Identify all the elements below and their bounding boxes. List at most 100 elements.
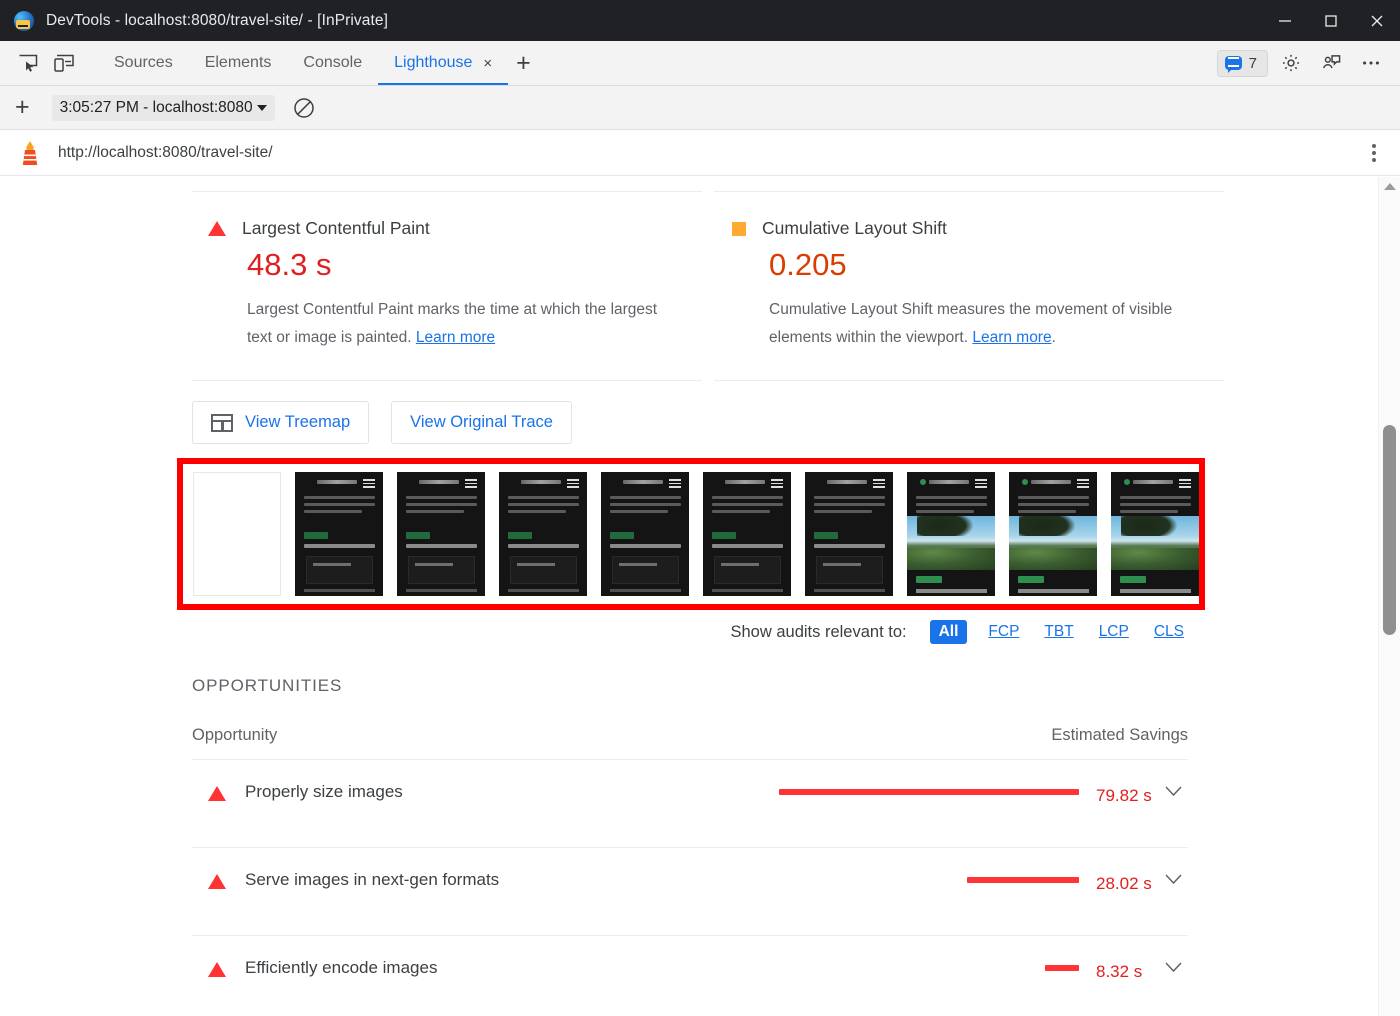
hamburger-icon bbox=[669, 479, 681, 486]
savings-bar bbox=[779, 789, 1079, 795]
filmstrip-frame[interactable] bbox=[1009, 472, 1097, 596]
metric-value: 0.205 bbox=[769, 247, 1224, 283]
filmstrip-frame[interactable] bbox=[1111, 472, 1199, 596]
table-row[interactable]: Serve images in next-gen formats 28.02 s bbox=[192, 848, 1188, 936]
opportunity-name: Properly size images bbox=[245, 782, 779, 802]
frame-badge bbox=[712, 532, 736, 539]
tab-list: Sources Elements Console Lighthouse × + bbox=[98, 41, 531, 85]
frame-text bbox=[406, 496, 477, 517]
frame-badge bbox=[406, 532, 430, 539]
filmstrip-frame[interactable] bbox=[805, 472, 893, 596]
scrollbar-thumb[interactable] bbox=[1383, 425, 1396, 635]
filter-chip-fcp[interactable]: FCP bbox=[984, 621, 1023, 643]
site-leaf-icon bbox=[920, 479, 926, 485]
frame-text bbox=[610, 496, 681, 517]
frame-badge bbox=[916, 576, 942, 583]
opportunity-name: Serve images in next-gen formats bbox=[245, 870, 779, 890]
opportunity-name: Efficiently encode images bbox=[245, 958, 779, 978]
frame-text bbox=[508, 496, 579, 517]
metrics-section: Largest Contentful Paint 48.3 s Largest … bbox=[0, 177, 1378, 381]
fail-triangle-icon bbox=[208, 874, 226, 889]
filmstrip-frame[interactable] bbox=[499, 472, 587, 596]
frame-heading bbox=[1018, 589, 1089, 593]
site-leaf-icon bbox=[1022, 479, 1028, 485]
report-url-bar: http://localhost:8080/travel-site/ bbox=[0, 130, 1400, 176]
add-tab-icon[interactable]: + bbox=[516, 51, 531, 76]
site-logo-icon bbox=[419, 480, 459, 484]
view-treemap-button[interactable]: View Treemap bbox=[192, 401, 369, 444]
filmstrip-frame[interactable] bbox=[907, 472, 995, 596]
table-row[interactable]: Efficiently encode images 8.32 s bbox=[192, 936, 1188, 1016]
filmstrip-frame[interactable] bbox=[703, 472, 791, 596]
tab-sources[interactable]: Sources bbox=[98, 41, 189, 85]
tab-console[interactable]: Console bbox=[287, 41, 378, 85]
lighthouse-icon bbox=[18, 140, 42, 166]
filter-chip-all[interactable]: All bbox=[930, 620, 968, 644]
learn-more-link[interactable]: Learn more bbox=[416, 329, 495, 346]
maximize-button[interactable] bbox=[1308, 0, 1354, 41]
scroll-up-arrow-icon[interactable] bbox=[1384, 183, 1396, 190]
frame-card bbox=[612, 556, 679, 584]
divider bbox=[192, 191, 702, 192]
metric-description-suffix: . bbox=[1052, 329, 1056, 346]
metric-cumulative-layout-shift: Cumulative Layout Shift 0.205 Cumulative… bbox=[714, 177, 1224, 381]
issues-badge[interactable]: 7 bbox=[1217, 50, 1268, 77]
chevron-down-icon bbox=[257, 105, 267, 111]
hamburger-icon bbox=[1077, 479, 1089, 486]
filmstrip-frame[interactable] bbox=[397, 472, 485, 596]
close-button[interactable] bbox=[1354, 0, 1400, 41]
metric-largest-contentful-paint: Largest Contentful Paint 48.3 s Largest … bbox=[192, 177, 702, 381]
chevron-down-icon[interactable] bbox=[1158, 782, 1188, 797]
hero-photo bbox=[1009, 516, 1097, 570]
tab-label: Console bbox=[303, 54, 362, 72]
chevron-down-icon[interactable] bbox=[1158, 870, 1188, 885]
new-report-icon[interactable]: + bbox=[15, 95, 30, 120]
report-scrollbar[interactable] bbox=[1378, 177, 1400, 1016]
site-logo-icon bbox=[521, 480, 561, 484]
frame-text bbox=[916, 496, 987, 517]
frame-badge bbox=[1018, 576, 1044, 583]
filter-chip-lcp[interactable]: LCP bbox=[1095, 621, 1133, 643]
site-logo-icon bbox=[623, 480, 663, 484]
tab-elements[interactable]: Elements bbox=[189, 41, 288, 85]
divider bbox=[714, 380, 1224, 381]
frame-footnote bbox=[814, 589, 885, 592]
inspect-element-icon[interactable] bbox=[10, 48, 46, 78]
learn-more-link[interactable]: Learn more bbox=[972, 329, 1051, 346]
frame-text bbox=[1018, 496, 1089, 517]
frame-footnote bbox=[712, 589, 783, 592]
frame-badge bbox=[304, 532, 328, 539]
metric-title: Largest Contentful Paint bbox=[242, 218, 430, 239]
filter-chip-cls[interactable]: CLS bbox=[1150, 621, 1188, 643]
frame-text bbox=[814, 496, 885, 517]
frame-card bbox=[714, 556, 781, 584]
filter-chip-tbt[interactable]: TBT bbox=[1040, 621, 1077, 643]
table-row[interactable]: Properly size images 79.82 s bbox=[192, 760, 1188, 848]
devtools-window: DevTools - localhost:8080/travel-site/ -… bbox=[0, 0, 1400, 1016]
metric-header: Largest Contentful Paint bbox=[192, 218, 702, 239]
more-options-icon[interactable] bbox=[1354, 48, 1388, 78]
fail-triangle-icon bbox=[208, 786, 226, 801]
divider bbox=[714, 191, 1224, 192]
filmstrip-frame[interactable] bbox=[295, 472, 383, 596]
col-estimated-savings: Estimated Savings bbox=[1051, 726, 1188, 745]
chevron-down-icon[interactable] bbox=[1158, 958, 1188, 973]
frame-card bbox=[408, 556, 475, 584]
close-icon[interactable]: × bbox=[483, 56, 492, 71]
filmstrip-frame[interactable] bbox=[601, 472, 689, 596]
frame-heading bbox=[916, 589, 987, 593]
clear-all-icon[interactable] bbox=[291, 95, 317, 121]
hamburger-icon bbox=[363, 479, 375, 486]
filmstrip-frame[interactable] bbox=[193, 472, 281, 596]
device-toolbar-icon[interactable] bbox=[46, 48, 82, 78]
gear-icon[interactable] bbox=[1274, 48, 1308, 78]
dots-menu-icon[interactable] bbox=[1372, 144, 1376, 162]
minimize-button[interactable] bbox=[1262, 0, 1308, 41]
view-original-trace-button[interactable]: View Original Trace bbox=[391, 401, 572, 444]
run-selector-dropdown[interactable]: 3:05:27 PM - localhost:8080 bbox=[52, 95, 275, 121]
frame-heading bbox=[508, 544, 579, 548]
treemap-icon bbox=[211, 414, 233, 432]
tab-lighthouse[interactable]: Lighthouse × bbox=[378, 41, 508, 85]
feedback-icon[interactable] bbox=[1314, 48, 1348, 78]
savings-value: 28.02 s bbox=[1096, 870, 1158, 899]
